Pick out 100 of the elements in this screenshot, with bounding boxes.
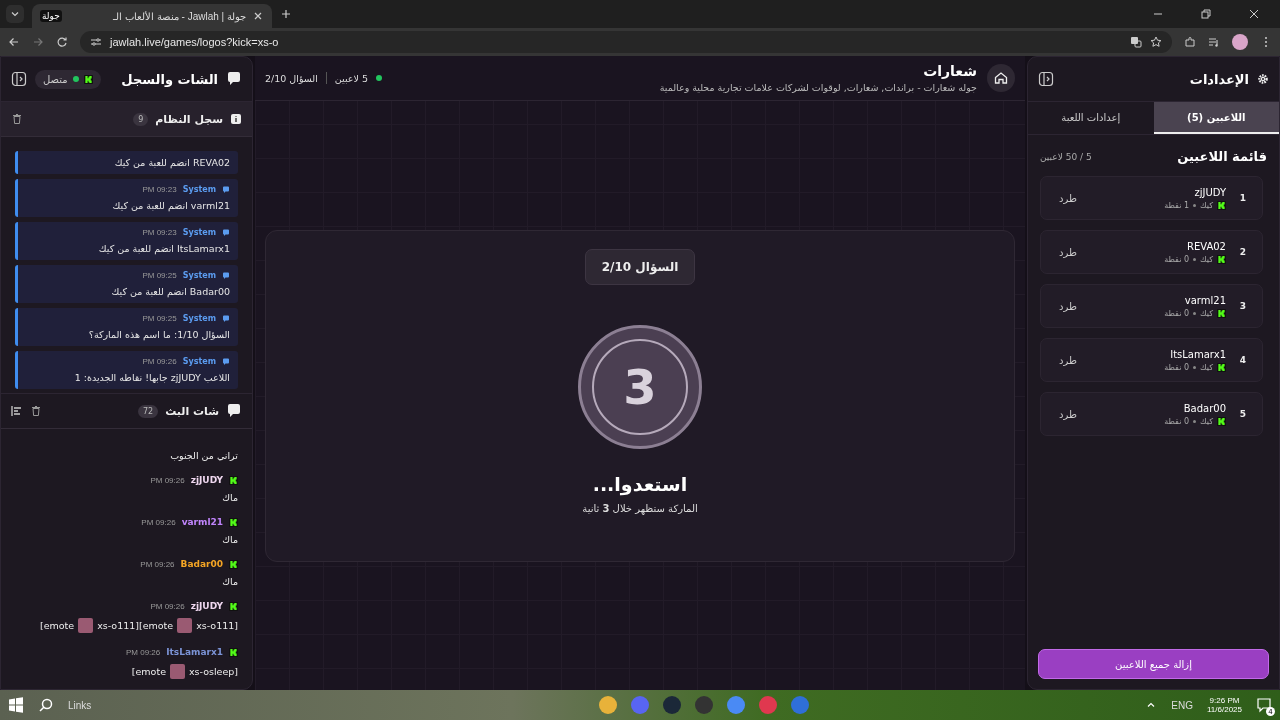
trash-icon[interactable] [11, 113, 23, 125]
countdown-number: 3 [592, 338, 688, 435]
player-rank: 5 [1238, 409, 1248, 419]
platform-icon [83, 74, 93, 84]
player-count: 5 لاعبين [334, 72, 368, 84]
search-label[interactable]: Links [68, 699, 92, 711]
translate-icon[interactable] [1130, 36, 1142, 48]
message-time: 09:25 PM [142, 314, 177, 323]
close-icon[interactable] [252, 10, 264, 22]
close-icon[interactable] [1248, 8, 1260, 20]
sender-name: System [182, 185, 216, 194]
chat-bubble-icon [222, 271, 230, 280]
taskbar-app-icon[interactable] [663, 696, 682, 714]
player-name: varml21 [1183, 294, 1226, 306]
chat-bubble-icon [222, 185, 230, 194]
tab-search-button[interactable] [6, 5, 24, 23]
trash-icon[interactable] [30, 405, 42, 417]
url-text: jawlah.live/games/logos?kick=xs-o [110, 36, 279, 48]
message-text: varml21 انضم للعبة من كيك [111, 200, 230, 211]
panel-toggle-icon[interactable] [11, 71, 27, 87]
message-text: xs-o111] [196, 620, 238, 631]
profile-avatar[interactable] [1232, 34, 1248, 50]
notification-icon[interactable] [1256, 697, 1272, 713]
settings-tab[interactable]: إعدادات اللعبة [1028, 102, 1154, 134]
player-points: 0 نقطة [1164, 254, 1190, 264]
chat-bubble-icon [226, 403, 242, 419]
address-bar[interactable]: jawlah.live/games/logos?kick=xs-o [80, 31, 1172, 53]
platform-icon [1217, 416, 1226, 426]
player-capacity: 5 / 50 لاعبين [1040, 151, 1092, 162]
message-text: اللاعب zjJUDY جابها! نقاطه الجديدة: 1 [73, 372, 230, 383]
player-points: 0 نقطة [1164, 362, 1190, 372]
section-title: سجل النظام [155, 112, 223, 126]
chat-bubble-icon [222, 357, 230, 366]
message-time: 09:26 PM [125, 647, 161, 657]
back-arrow-icon[interactable] [8, 36, 20, 48]
clock[interactable]: 9:26 PM 11/6/2025 [1207, 696, 1242, 714]
player-points: 0 نقطة [1164, 416, 1190, 426]
emote-image [170, 664, 185, 679]
media-controls-icon[interactable] [1208, 36, 1220, 48]
platform-icon [229, 475, 238, 485]
player-platform: كيك [1200, 200, 1213, 210]
taskbar-app-icon[interactable] [599, 696, 618, 714]
kick-button[interactable]: طرد [1053, 296, 1083, 316]
kick-button[interactable]: طرد [1053, 350, 1083, 370]
search-icon[interactable] [38, 697, 54, 713]
message-time: 09:26 PM [150, 475, 185, 485]
message-text: ماك [222, 492, 238, 503]
home-icon [993, 70, 1009, 86]
player-platform: كيك [1200, 362, 1213, 372]
connection-status: متصل [35, 69, 101, 89]
kick-button[interactable]: طرد [1053, 404, 1083, 424]
browser-tab[interactable]: جولة جولة | Jawlah - منصة الألعاب الـ [32, 4, 272, 28]
platform-icon [1217, 362, 1226, 372]
sender-name: System [182, 357, 216, 366]
get-ready-heading: استعدوا... [592, 472, 688, 495]
count-badge: 9 [133, 112, 149, 126]
align-icon[interactable] [11, 405, 23, 417]
favicon: جولة [40, 10, 62, 22]
username: varml21 [181, 517, 223, 527]
panel-title: الإعدادات [1189, 71, 1249, 87]
list-title: قائمة اللاعبين [1177, 149, 1267, 164]
player-rank: 1 [1238, 193, 1248, 203]
forward-arrow-icon[interactable] [32, 36, 44, 48]
message-text: xs-osleep] [189, 666, 238, 677]
message-text: xs-o111][emote [97, 620, 174, 631]
panel-title: الشات والسجل [121, 71, 218, 87]
plus-icon[interactable] [280, 8, 292, 20]
player-name: zjJUDY [1193, 186, 1226, 198]
restore-icon[interactable] [1200, 8, 1212, 20]
panel-toggle-icon[interactable] [1038, 71, 1054, 87]
player-rank: 3 [1238, 301, 1248, 311]
section-title: شات البث [165, 404, 219, 418]
site-settings-icon[interactable] [90, 36, 102, 48]
chat-bubble-icon [226, 71, 242, 87]
info-icon [230, 113, 242, 125]
home-button[interactable] [987, 64, 1015, 92]
message-time: 09:25 PM [142, 271, 177, 280]
tab-title: جولة | Jawlah - منصة الألعاب الـ [112, 10, 246, 22]
question-badge: السؤال 2/10 [584, 248, 696, 285]
kick-button[interactable]: طرد [1053, 188, 1083, 208]
online-dot [375, 75, 382, 81]
star-icon[interactable] [1150, 36, 1162, 48]
remove-all-button[interactable]: إزالة جميع اللاعبين [1038, 649, 1269, 679]
platform-icon [1217, 308, 1226, 318]
chat-bubble-icon [222, 314, 230, 323]
message-text: REVA02 انضم للعبة من كيك [113, 157, 230, 168]
message-text: Badar00 انضم للعبة من كيك [110, 286, 230, 297]
message-text: تراني من الجنوب [170, 450, 238, 461]
emote-image [177, 618, 193, 633]
chat-bubble-icon [222, 228, 230, 237]
username: zjJUDY [190, 475, 223, 485]
language-indicator[interactable]: ENG [1171, 699, 1193, 711]
extensions-icon[interactable] [1184, 36, 1196, 48]
sender-name: System [182, 228, 216, 237]
reload-icon[interactable] [56, 36, 68, 48]
kick-button[interactable]: طرد [1053, 242, 1083, 262]
player-platform: كيك [1200, 254, 1213, 264]
settings-tab[interactable]: اللاعبين (5) [1153, 102, 1279, 134]
platform-icon [229, 517, 238, 527]
start-icon[interactable] [8, 697, 24, 713]
